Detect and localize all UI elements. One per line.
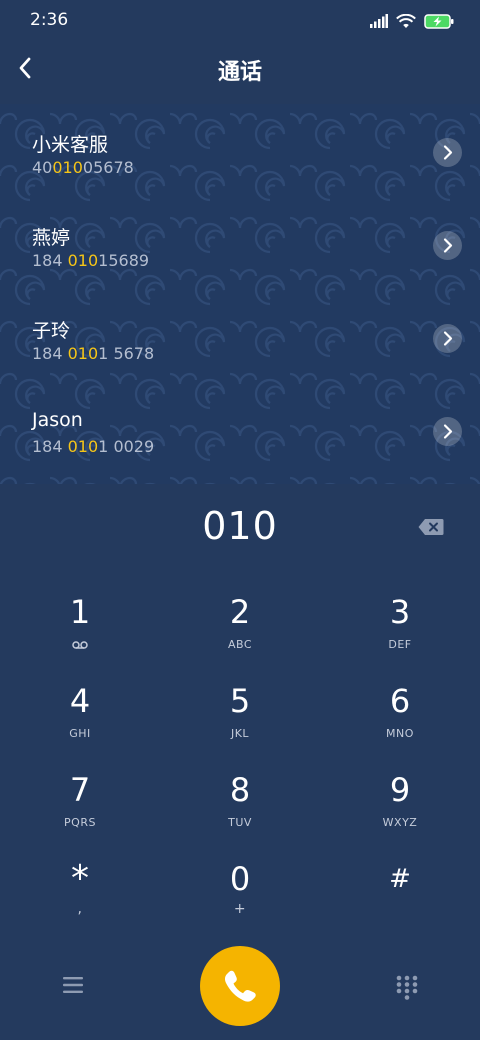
contact-number: 4001005678	[32, 158, 134, 177]
header: 通话	[0, 40, 480, 104]
key-star[interactable]: * ,	[0, 851, 160, 940]
menu-icon[interactable]	[60, 974, 86, 996]
key-7[interactable]: 7 PQRS	[0, 762, 160, 851]
key-9[interactable]: 9 WXYZ	[320, 762, 480, 851]
contact-row[interactable]: 子玲 184 0101 5678	[0, 290, 480, 383]
key-2[interactable]: 2 ABC	[160, 584, 320, 673]
key-letters: JKL	[230, 727, 250, 740]
status-bar: 2:36	[0, 0, 480, 40]
key-digit: 6	[389, 682, 411, 720]
key-digit: 2	[229, 593, 251, 631]
contact-name: 燕婷	[32, 227, 71, 249]
bottom-bar	[0, 944, 480, 1040]
contact-name: Jason	[32, 409, 83, 431]
key-digit: 3	[389, 593, 411, 631]
key-letters: PQRS	[64, 816, 96, 829]
key-1[interactable]: 1	[0, 584, 160, 673]
keypad: 1 2 ABC 3 DEF 4 GHI 5 JKL 6 MNO 7 PQRS 8…	[0, 584, 480, 944]
key-letters: WXYZ	[382, 816, 418, 829]
key-8[interactable]: 8 TUV	[160, 762, 320, 851]
key-letters: DEF	[388, 638, 412, 651]
key-digit: 0	[229, 860, 251, 898]
key-letters: +	[233, 901, 247, 917]
voicemail-icon	[72, 641, 88, 649]
dial-display: 010	[0, 484, 480, 574]
contact-row[interactable]: Jason 184 0101 0029	[0, 383, 480, 476]
dialpad-icon[interactable]	[394, 974, 420, 1000]
key-digit: 9	[389, 771, 411, 809]
key-letters: MNO	[386, 727, 414, 740]
backspace-icon[interactable]	[418, 518, 444, 536]
key-letters: TUV	[228, 816, 252, 829]
phone-icon	[224, 970, 256, 1002]
contact-number: 184 0101 0029	[32, 437, 155, 456]
key-digit: 8	[229, 771, 251, 809]
key-0[interactable]: 0 +	[160, 851, 320, 940]
key-letters: ,	[77, 901, 83, 917]
key-letters: GHI	[69, 727, 91, 740]
chevron-right-icon[interactable]	[433, 417, 462, 446]
contact-number: 184 0101 5678	[32, 344, 155, 363]
contact-row[interactable]: 燕婷 184 01015689	[0, 197, 480, 290]
chevron-right-icon[interactable]	[433, 138, 462, 167]
chevron-right-icon[interactable]	[433, 324, 462, 353]
status-time: 2:36	[30, 10, 69, 30]
contact-name: 小米客服	[32, 134, 109, 156]
key-hash[interactable]: #	[320, 851, 480, 940]
key-digit: 7	[69, 771, 91, 809]
key-digit: *	[71, 858, 89, 899]
contact-number: 184 01015689	[32, 251, 150, 270]
key-digit: 5	[229, 682, 251, 720]
key-3[interactable]: 3 DEF	[320, 584, 480, 673]
contact-row[interactable]: 小米客服 4001005678	[0, 104, 480, 197]
signal-icon	[370, 14, 388, 28]
key-digit: 1	[69, 593, 91, 631]
dialed-number: 010	[202, 504, 278, 548]
key-4[interactable]: 4 GHI	[0, 673, 160, 762]
contact-suggestions: 小米客服 4001005678 燕婷 184 01015689 子玲 184 0…	[0, 104, 480, 484]
status-icons	[370, 11, 454, 31]
key-digit: 4	[69, 682, 91, 720]
chevron-right-icon[interactable]	[433, 231, 462, 260]
page-title: 通话	[217, 60, 262, 85]
key-letters: ABC	[227, 638, 253, 651]
call-button[interactable]	[200, 946, 280, 1026]
battery-charging-icon	[424, 13, 454, 29]
wifi-icon	[396, 13, 416, 28]
contact-name: 子玲	[32, 320, 71, 342]
key-5[interactable]: 5 JKL	[160, 673, 320, 762]
key-6[interactable]: 6 MNO	[320, 673, 480, 762]
key-digit: #	[389, 864, 411, 894]
